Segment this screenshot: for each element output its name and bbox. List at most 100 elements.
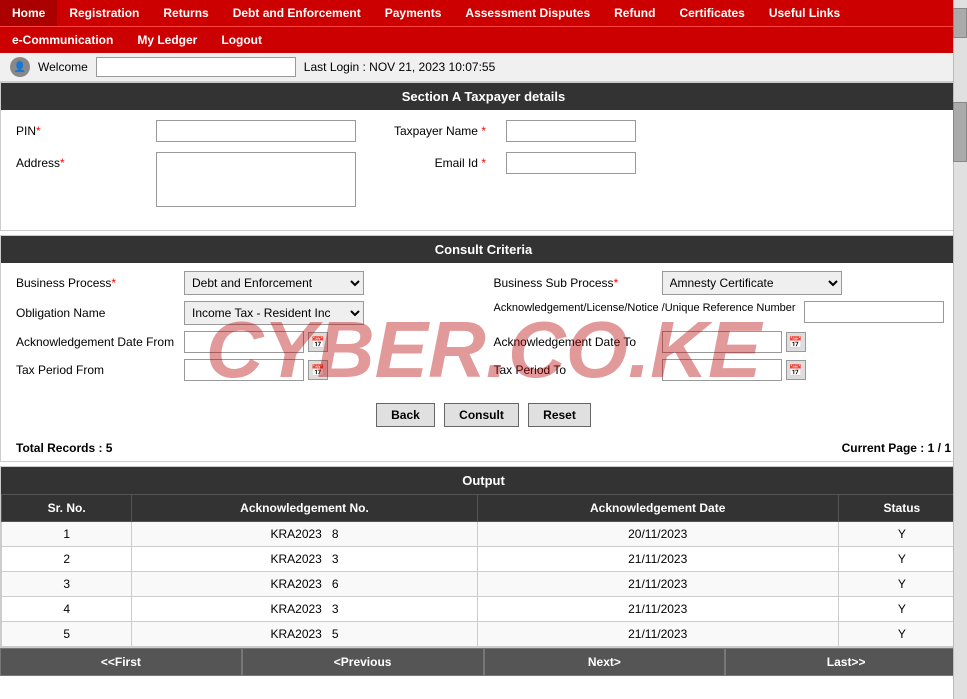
address-email-row: Address* Email Id * (16, 152, 951, 210)
current-page: Current Page : 1 / 1 (842, 441, 951, 455)
cell-sr: 2 (2, 547, 132, 572)
last-button[interactable]: Last>> (725, 648, 967, 676)
nav-logout[interactable]: Logout (209, 27, 274, 53)
nav-refund[interactable]: Refund (602, 0, 667, 26)
cell-date: 21/11/2023 (477, 597, 838, 622)
pagination: <<First <Previous Next> Last>> (0, 648, 967, 676)
nav-returns[interactable]: Returns (151, 0, 220, 26)
ack-date-from-calendar-icon[interactable]: 📅 (308, 332, 328, 352)
button-row: Back Consult Reset (1, 395, 966, 435)
main-scrollbar-track[interactable] (953, 82, 967, 676)
business-sub-process-select[interactable]: Amnesty Certificate (662, 271, 842, 295)
address-label: Address* (16, 152, 146, 170)
tax-period-to-input[interactable]: 31/12/2021 (662, 359, 782, 381)
taxpayer-name-input[interactable]: M (506, 120, 636, 142)
nav-registration[interactable]: Registration (57, 0, 151, 26)
cell-date: 21/11/2023 (477, 547, 838, 572)
scrollbar-thumb[interactable] (953, 8, 967, 38)
cell-sr: 4 (2, 597, 132, 622)
pin-label: PIN* (16, 120, 146, 138)
cell-date: 20/11/2023 (477, 522, 838, 547)
col-sr-no: Sr. No. (2, 495, 132, 522)
tax-period-from-label: Tax Period From (16, 363, 176, 377)
cell-ack-no: KRA2023 5 (132, 622, 477, 647)
output-header: Output (1, 467, 966, 494)
ack-ref-label: Acknowledgement/License/Notice /Unique R… (494, 301, 796, 315)
tax-period-from-input[interactable]: 01/01/202 (184, 359, 304, 381)
email-label: Email Id * (366, 152, 496, 170)
table-row: 2 KRA2023 3 21/11/2023 Y (2, 547, 966, 572)
cell-ack-no: KRA2023 8 (132, 522, 477, 547)
business-process-label: Business Process* (16, 276, 176, 290)
ack-ref-input[interactable] (804, 301, 944, 323)
email-input[interactable] (506, 152, 636, 174)
ack-date-to-label: Acknowledgement Date To (494, 335, 654, 349)
taxpayer-name-label: Taxpayer Name * (366, 120, 496, 138)
next-button[interactable]: Next> (484, 648, 726, 676)
business-process-select[interactable]: Debt and Enforcement (184, 271, 364, 295)
top-navigation: Home Registration Returns Debt and Enfor… (0, 0, 967, 26)
business-sub-process-label: Business Sub Process* (494, 276, 654, 290)
cell-status: Y (838, 522, 965, 547)
nav-my-ledger[interactable]: My Ledger (125, 27, 209, 53)
nav-payments[interactable]: Payments (373, 0, 454, 26)
nav-ecommunication[interactable]: e-Communication (0, 27, 125, 53)
nav-home[interactable]: Home (0, 0, 57, 26)
total-records: Total Records : 5 (16, 441, 112, 455)
cell-sr: 1 (2, 522, 132, 547)
address-input[interactable] (156, 152, 356, 207)
pin-row: PIN* A00 Taxpayer Name * M (16, 120, 951, 142)
table-row: 3 KRA2023 6 21/11/2023 Y (2, 572, 966, 597)
ack-date-from-label: Acknowledgement Date From (16, 335, 176, 349)
welcome-label: Welcome (38, 60, 88, 74)
section-a-header: Section A Taxpayer details (1, 83, 966, 110)
cell-ack-no: KRA2023 3 (132, 597, 477, 622)
main-scrollbar-thumb[interactable] (953, 102, 967, 162)
ack-date-from-input[interactable] (184, 331, 304, 353)
col-ack-date: Acknowledgement Date (477, 495, 838, 522)
back-button[interactable]: Back (376, 403, 435, 427)
first-button[interactable]: <<First (0, 648, 242, 676)
output-table: Sr. No. Acknowledgement No. Acknowledgem… (1, 494, 966, 647)
col-ack-no: Acknowledgement No. (132, 495, 477, 522)
col-status: Status (838, 495, 965, 522)
nav-useful-links[interactable]: Useful Links (757, 0, 852, 26)
consult-header: Consult Criteria (1, 236, 966, 263)
tax-period-from-calendar-icon[interactable]: 📅 (308, 360, 328, 380)
ack-date-to-input[interactable] (662, 331, 782, 353)
cell-status: Y (838, 572, 965, 597)
obligation-name-select[interactable]: Income Tax - Resident Inc (184, 301, 364, 325)
output-section: Output Sr. No. Acknowledgement No. Ackno… (0, 466, 967, 648)
cell-sr: 3 (2, 572, 132, 597)
cell-date: 21/11/2023 (477, 622, 838, 647)
bottom-navigation: e-Communication My Ledger Logout (0, 26, 967, 53)
nav-debt-enforcement[interactable]: Debt and Enforcement (221, 0, 373, 26)
nav-assessment-disputes[interactable]: Assessment Disputes (453, 0, 602, 26)
last-login-text: Last Login : NOV 21, 2023 10:07:55 (304, 60, 495, 74)
section-a: Section A Taxpayer details PIN* A00 Taxp… (0, 82, 967, 231)
cell-status: Y (838, 597, 965, 622)
obligation-name-label: Obligation Name (16, 306, 176, 320)
table-row: 1 KRA2023 8 20/11/2023 Y (2, 522, 966, 547)
prev-button[interactable]: <Previous (242, 648, 484, 676)
consult-button[interactable]: Consult (444, 403, 519, 427)
cell-ack-no: KRA2023 3 (132, 547, 477, 572)
cell-ack-no: KRA2023 6 (132, 572, 477, 597)
ack-date-to-calendar-icon[interactable]: 📅 (786, 332, 806, 352)
tax-period-to-label: Tax Period To (494, 363, 654, 377)
cell-date: 21/11/2023 (477, 572, 838, 597)
user-icon: 👤 (10, 57, 30, 77)
cell-sr: 5 (2, 622, 132, 647)
records-bar: Total Records : 5 Current Page : 1 / 1 (1, 435, 966, 461)
reset-button[interactable]: Reset (528, 403, 591, 427)
cell-status: Y (838, 547, 965, 572)
table-row: 4 KRA2023 3 21/11/2023 Y (2, 597, 966, 622)
pin-input[interactable]: A00 (156, 120, 356, 142)
cell-status: Y (838, 622, 965, 647)
username-input[interactable] (96, 57, 296, 77)
consult-section: Consult Criteria Business Process* Debt … (0, 235, 967, 462)
tax-period-to-calendar-icon[interactable]: 📅 (786, 360, 806, 380)
welcome-bar: 👤 Welcome Last Login : NOV 21, 2023 10:0… (0, 53, 967, 82)
table-row: 5 KRA2023 5 21/11/2023 Y (2, 622, 966, 647)
nav-certificates[interactable]: Certificates (667, 0, 756, 26)
